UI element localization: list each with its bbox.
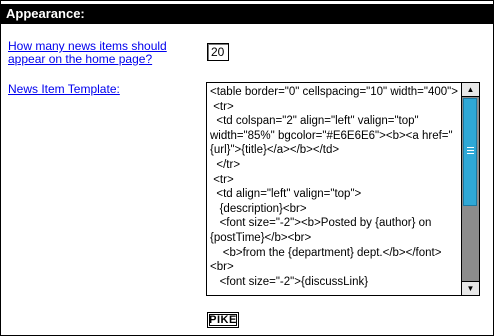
news-item-template-link[interactable]: News Item Template: bbox=[8, 83, 120, 96]
scroll-thumb[interactable] bbox=[463, 98, 477, 206]
scroll-track[interactable] bbox=[462, 97, 479, 281]
scroll-grip-icon bbox=[467, 147, 474, 156]
scroll-up-button[interactable]: ▲ bbox=[462, 83, 479, 97]
pike-logo: PIKE bbox=[207, 312, 239, 328]
scroll-down-button[interactable]: ▼ bbox=[462, 281, 479, 295]
news-item-template-textarea[interactable] bbox=[210, 85, 460, 293]
template-scrollbar[interactable]: ▲ ▼ bbox=[461, 83, 479, 295]
news-items-count-input[interactable] bbox=[207, 43, 229, 61]
section-header: Appearance: bbox=[1, 4, 493, 24]
news-item-template-textarea-box: ▲ ▼ bbox=[206, 82, 480, 296]
news-items-count-link[interactable]: How many news items should appear on the… bbox=[8, 40, 188, 66]
settings-panel: Appearance: How many news items should a… bbox=[0, 0, 494, 336]
